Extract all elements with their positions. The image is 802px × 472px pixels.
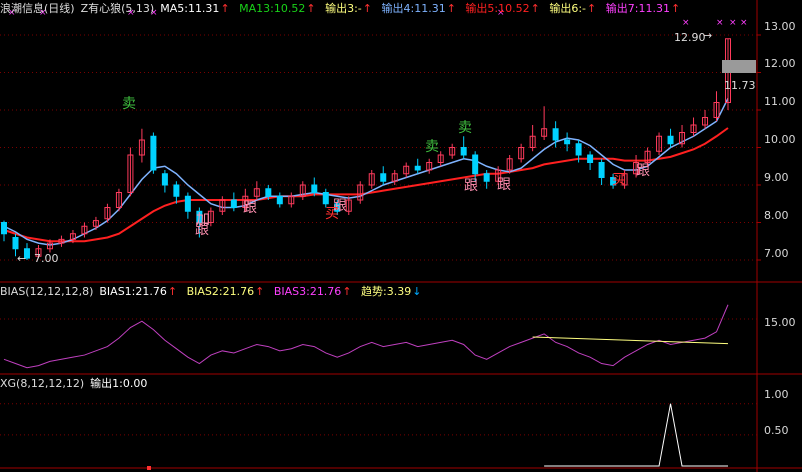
indicator-name: Z有心狼(5,13) <box>80 2 155 15</box>
bias-line <box>3 304 729 369</box>
cross-mark-icon: × <box>716 18 724 28</box>
candle-body <box>12 237 19 250</box>
out5-arrow-icon: ↑ <box>530 2 540 15</box>
candle-body <box>472 154 479 175</box>
price-tick: 8.00 <box>764 209 789 222</box>
candle-body <box>173 184 180 197</box>
low-price-arrow-icon: ← <box>17 252 27 265</box>
main-indicator-header: 浪潮信息(日线) Z有心狼(5,13) MA5:11.31↑ MA13:10.52↑… <box>0 2 686 16</box>
trend-value: 趋势:3.39 <box>361 285 412 298</box>
candle-body <box>587 154 594 163</box>
out7-value: 输出7:11.31 <box>605 2 670 15</box>
candle-body <box>460 147 467 156</box>
bias3-value: BIAS3:21.76 <box>273 285 342 298</box>
candle-body <box>161 173 168 186</box>
out3-value: 输出3:- <box>325 2 362 15</box>
follow-signal: 跟 <box>636 163 650 179</box>
bias2-arrow-icon: ↑ <box>255 285 265 298</box>
bias1-arrow-icon: ↑ <box>167 285 178 298</box>
candlestick-series <box>1 38 731 260</box>
cross-mark-icon: × <box>682 18 690 28</box>
price-tick: 11.00 <box>764 95 796 108</box>
bias-name: BIAS(12,12,12,8) <box>0 285 94 298</box>
ma13-arrow-icon: ↑ <box>306 2 316 15</box>
chart-grid <box>0 0 802 472</box>
buy-signal: 买 <box>612 172 626 188</box>
candle-body <box>552 128 559 141</box>
candle-body <box>1 222 7 235</box>
candle-body <box>322 192 329 205</box>
high-price-arrow-icon: → <box>703 29 713 42</box>
bias2-value: BIAS2:21.76 <box>186 285 255 298</box>
bias-tick: 15.00 <box>764 316 796 329</box>
candle-body <box>150 135 157 171</box>
candle-body <box>184 195 191 212</box>
ma5-value: MA5:11.31 <box>160 2 220 15</box>
xg-name: XG(8,12,12,12) <box>0 377 85 390</box>
candle-body <box>265 188 272 197</box>
out4-arrow-icon: ↑ <box>446 2 456 15</box>
cross-mark-icon: × <box>740 18 748 28</box>
follow-signal: 跟 <box>497 177 511 193</box>
ma13-value: MA13:10.52 <box>239 2 306 15</box>
add-signal: 加 <box>196 212 210 228</box>
xg-indicator-line <box>147 403 728 470</box>
bottom-marker <box>147 466 151 470</box>
price-tick: 7.00 <box>764 247 789 260</box>
follow-signal: 跟 <box>464 178 478 194</box>
candle-body <box>230 199 237 208</box>
candle-body <box>414 165 421 171</box>
candle-body <box>276 195 283 205</box>
candle-body <box>380 173 387 182</box>
follow-signal: 跟 <box>243 200 257 216</box>
trend-arrow-icon: ↓ <box>412 285 422 298</box>
xg-out1-value: 输出1:0.00 <box>90 377 148 390</box>
price-tick: 10.00 <box>764 133 796 146</box>
price-tick: 12.00 <box>764 57 796 70</box>
candle-body <box>564 139 571 145</box>
last-price-box <box>722 60 756 73</box>
xg-header: XG(8,12,12,12) 输出1:0.00 <box>0 377 153 391</box>
out5-value: 输出5:10.52 <box>465 2 530 15</box>
out6-value: 输出6:- <box>549 2 587 15</box>
out6-arrow-icon: ↑ <box>587 2 597 15</box>
candle-body <box>483 173 490 182</box>
bias-indicator-lines <box>3 304 729 369</box>
sell-signal: 卖 <box>425 139 439 155</box>
bias1-value: BIAS1:21.76 <box>99 285 167 298</box>
out3-arrow-icon: ↑ <box>362 2 372 15</box>
candle-body <box>667 135 674 145</box>
sell-signal: 卖 <box>122 96 136 112</box>
trend-line <box>532 336 729 345</box>
last-price-label: 11.73 <box>724 79 756 92</box>
candle-body <box>598 162 605 178</box>
ma5-arrow-icon: ↑ <box>220 2 230 15</box>
bias-header: BIAS(12,12,12,8) BIAS1:21.76↑ BIAS2:21.76… <box>0 285 427 299</box>
out4-value: 输出4:11.31 <box>381 2 446 15</box>
buy-signal: 买 <box>325 206 339 222</box>
xg-tick: 0.50 <box>764 424 789 437</box>
price-tick: 9.00 <box>764 171 789 184</box>
stock-chart[interactable]: 卖卖卖跟跟 跟跟 跟跟加 买买× × × × ×× × × × <box>0 0 802 472</box>
candle-body <box>575 143 582 156</box>
bias3-arrow-icon: ↑ <box>342 285 352 298</box>
price-tick: 13.00 <box>764 20 796 33</box>
low-price-label: 7.00 <box>34 252 59 265</box>
out7-arrow-icon: ↑ <box>670 2 681 15</box>
sell-signal: 卖 <box>458 120 472 136</box>
candle-body <box>311 184 318 193</box>
cross-mark-icon: × <box>729 18 737 28</box>
high-price-label: 12.90 <box>674 31 706 44</box>
xg-tick: 1.00 <box>764 388 789 401</box>
stock-title: 浪潮信息(日线) <box>0 2 75 15</box>
